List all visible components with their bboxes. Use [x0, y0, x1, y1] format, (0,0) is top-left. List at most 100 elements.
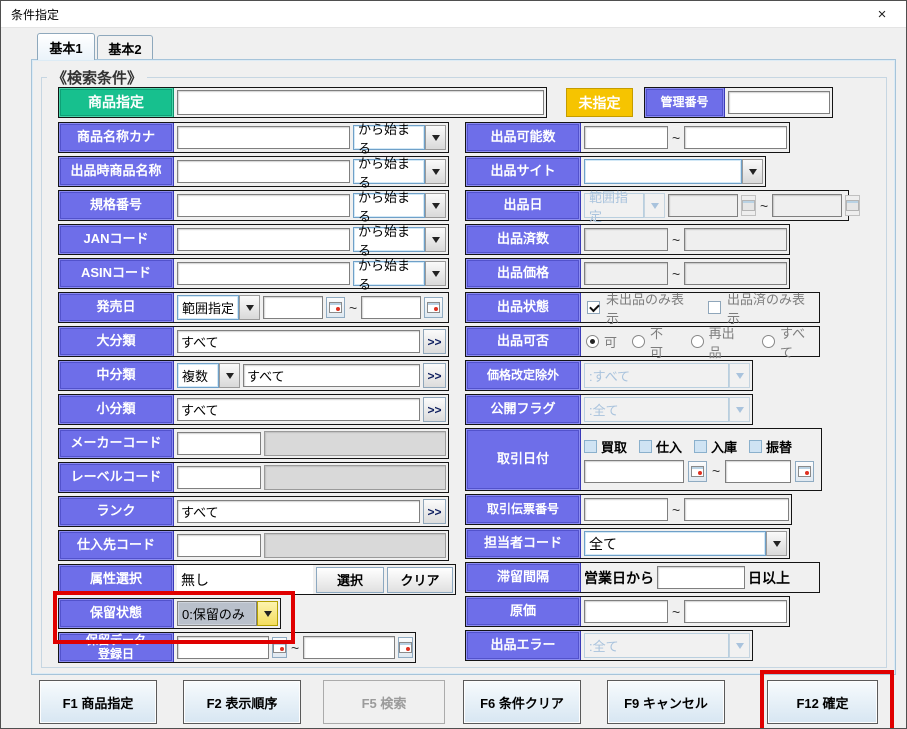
allow-relist-radio[interactable] [691, 335, 704, 348]
f2-display-order-button[interactable]: F2 表示順序 [183, 680, 301, 724]
release-range-select[interactable]: 範囲指定 [177, 295, 260, 320]
attribute-select-button[interactable]: 選択 [316, 567, 384, 593]
listing-date-from-calendar-button [741, 195, 756, 216]
listing-name-label: 出品時商品名称 [59, 157, 174, 186]
receipt-checkbox[interactable] [694, 440, 707, 453]
middle-multi-value: 複数 [177, 363, 219, 388]
asin-match-arrow-button[interactable] [425, 261, 446, 286]
allow-ok-radio[interactable] [586, 335, 599, 348]
listing-date-label: 出品日 [466, 191, 581, 220]
product-input[interactable] [177, 90, 544, 115]
kana-match-arrow-button[interactable] [425, 125, 446, 150]
listing-allow-label: 出品可否 [466, 327, 581, 356]
unspecified-button[interactable]: 未指定 [566, 88, 633, 117]
rank-value[interactable]: すべて [177, 500, 420, 523]
stagnation-days-input[interactable] [657, 566, 745, 589]
hold-reg-date-from-calendar-button[interactable] [272, 637, 287, 658]
hold-reg-date-from-input[interactable] [177, 636, 269, 659]
staff-code-select[interactable]: 全て [584, 531, 787, 556]
kana-match-select[interactable]: から始まる [353, 125, 446, 150]
allow-ng-radio[interactable] [632, 335, 645, 348]
hold-reg-date-to-input[interactable] [303, 636, 395, 659]
minor-category-value[interactable]: すべて [177, 398, 420, 421]
trade-slip-to-input[interactable] [684, 498, 789, 521]
sellable-count-to-input[interactable] [684, 126, 787, 149]
trade-date-to-calendar-button[interactable] [795, 461, 814, 482]
standard-number-input[interactable] [177, 194, 350, 217]
supplier-name-display [264, 533, 446, 558]
trade-slip-from-input[interactable] [584, 498, 668, 521]
mgmt-number-input[interactable] [728, 91, 830, 114]
jan-match-select[interactable]: から始まる [353, 227, 446, 252]
chevron-down-icon [651, 203, 659, 209]
f1-product-specify-button[interactable]: F1 商品指定 [39, 680, 157, 724]
listing-site-arrow-button[interactable] [742, 159, 763, 184]
unlisted-only-checkbox[interactable] [587, 301, 600, 314]
hold-reg-date-to-calendar-button[interactable] [398, 637, 413, 658]
range-tilde: ~ [671, 502, 681, 518]
product-label: 商品指定 [59, 88, 174, 117]
cost-to-input[interactable] [684, 600, 787, 623]
transfer-checkbox[interactable] [749, 440, 762, 453]
trade-date-range: ~ [584, 460, 819, 483]
rank-browse-button[interactable]: >> [423, 499, 446, 524]
chevron-down-icon [773, 541, 781, 547]
receipt-label: 入庫 [711, 437, 737, 456]
release-date-to-calendar-button[interactable] [424, 297, 443, 318]
cost-from-input[interactable] [584, 600, 668, 623]
buy-checkbox[interactable] [584, 440, 597, 453]
release-date-to-input[interactable] [361, 296, 421, 319]
trade-date-from-calendar-button[interactable] [688, 461, 707, 482]
middle-category-browse-button[interactable]: >> [423, 363, 446, 388]
staff-code-arrow-button[interactable] [766, 531, 787, 556]
asin-code-input[interactable] [177, 262, 350, 285]
release-date-from-input[interactable] [263, 296, 323, 319]
listing-error-value: :全て [584, 633, 729, 658]
release-range-arrow-button[interactable] [239, 295, 260, 320]
f6-clear-conditions-button[interactable]: F6 条件クリア [463, 680, 581, 724]
f12-confirm-button[interactable]: F12 確定 [767, 680, 878, 724]
f9-cancel-button[interactable]: F9 キャンセル [607, 680, 725, 724]
tab-basic1[interactable]: 基本1 [37, 33, 95, 60]
label-code-input[interactable] [177, 466, 261, 489]
trade-date-to-input[interactable] [725, 460, 791, 483]
major-category-browse-button[interactable]: >> [423, 329, 446, 354]
close-icon[interactable]: × [868, 6, 896, 23]
release-date-from-calendar-button[interactable] [326, 297, 345, 318]
row-trade-slip: 取引伝票番号 ~ [465, 494, 792, 525]
minor-category-browse-button[interactable]: >> [423, 397, 446, 422]
jan-code-input[interactable] [177, 228, 350, 251]
row-listing-date: 出品日 範囲指定 ~ [465, 190, 849, 221]
standard-number-label: 規格番号 [59, 191, 174, 220]
standard-number-match-arrow-button[interactable] [425, 193, 446, 218]
listed-only-checkbox[interactable] [708, 301, 721, 314]
standard-number-match-select[interactable]: から始まる [353, 193, 446, 218]
listing-name-match-arrow-button[interactable] [425, 159, 446, 184]
asin-match-select[interactable]: から始まる [353, 261, 446, 286]
chevron-down-icon [432, 135, 440, 141]
product-name-kana-input[interactable] [177, 126, 350, 149]
middle-category-value[interactable]: すべて [243, 364, 420, 387]
middle-multi-arrow-button[interactable] [219, 363, 240, 388]
major-category-value[interactable]: すべて [177, 330, 420, 353]
row-sellable-count: 出品可能数 ~ [465, 122, 790, 153]
hold-status-arrow-button[interactable] [257, 601, 278, 626]
listing-date-from-input [668, 194, 738, 217]
supplier-code-input[interactable] [177, 534, 261, 557]
middle-multi-select[interactable]: 複数 [177, 363, 240, 388]
jan-match-arrow-button[interactable] [425, 227, 446, 252]
hold-status-select[interactable]: 0:保留のみ [177, 601, 278, 626]
attribute-clear-button[interactable]: クリア [387, 567, 453, 593]
maker-code-input[interactable] [177, 432, 261, 455]
allow-all-radio[interactable] [762, 335, 775, 348]
tab-basic2[interactable]: 基本2 [97, 35, 153, 60]
purchase-checkbox[interactable] [639, 440, 652, 453]
calendar-icon [399, 642, 412, 653]
listing-name-match-select[interactable]: から始まる [353, 159, 446, 184]
trade-date-from-input[interactable] [584, 460, 684, 483]
row-cost: 原価 ~ [465, 596, 790, 627]
sellable-count-from-input[interactable] [584, 126, 668, 149]
listing-name-input[interactable] [177, 160, 350, 183]
listing-site-select[interactable] [584, 159, 763, 184]
f5-search-button: F5 検索 [323, 680, 445, 724]
